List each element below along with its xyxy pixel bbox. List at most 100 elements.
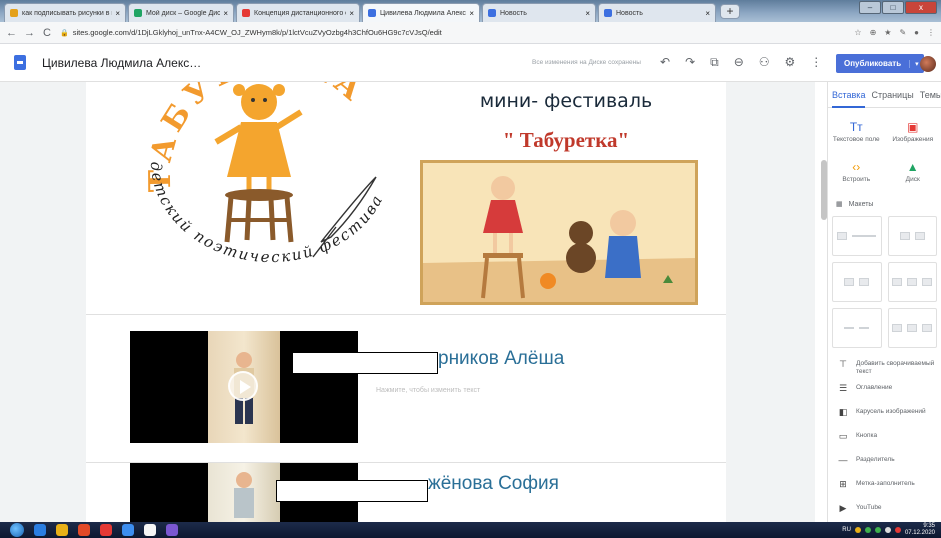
settings-icon[interactable]: ⚙ <box>785 55 796 70</box>
link-icon[interactable]: ⊖ <box>734 55 744 70</box>
browser-tab[interactable]: Мой диск – Google Диск × <box>128 3 234 22</box>
close-tab-icon[interactable]: × <box>349 9 354 18</box>
entry-name[interactable]: рников Алёша <box>438 348 564 370</box>
extension-icon[interactable]: ⊕ <box>870 28 877 37</box>
entry-hint[interactable]: Нажмите, чтобы изменить текст <box>376 387 480 394</box>
minimize-button[interactable]: – <box>859 1 881 14</box>
maximize-button[interactable]: □ <box>882 1 904 14</box>
new-tab-button[interactable]: + <box>720 4 740 19</box>
insert-drive[interactable]: ▲ Диск <box>885 154 941 194</box>
close-window-button[interactable]: x <box>905 1 937 14</box>
insert-text-box[interactable]: Tт Текстовое поле <box>828 114 885 154</box>
profile-icon[interactable]: ● <box>914 28 919 37</box>
browser-tab[interactable]: как подписывать рисунки в вор× <box>4 3 126 22</box>
festival-logo-image[interactable]: ТАБУРЕТКА детский поэтический фестиваль <box>125 82 406 308</box>
reload-icon[interactable]: C <box>42 27 52 39</box>
url-field[interactable]: 🔒 sites.google.com/d/1DjLGklyhoj_unTnx-A… <box>60 28 846 37</box>
clock[interactable]: 9:35 07.12.2020 <box>905 523 935 537</box>
play-icon[interactable] <box>228 371 258 401</box>
language-indicator[interactable]: RU <box>842 527 851 533</box>
close-tab-icon[interactable]: × <box>469 9 474 18</box>
back-icon[interactable]: ← <box>6 27 17 39</box>
avatar[interactable] <box>920 56 936 72</box>
browser-tab[interactable]: Концепция дистанционного об × <box>236 3 360 22</box>
component-collapsible-text[interactable]: ⊤ Добавить сворачиваемый текст <box>828 356 941 380</box>
close-tab-icon[interactable]: × <box>115 9 120 18</box>
clock-time: 9:35 <box>923 523 935 529</box>
component-image-carousel[interactable]: ◧ Карусель изображений <box>828 404 941 428</box>
layout-option[interactable] <box>832 262 882 302</box>
network-icon[interactable] <box>894 527 901 533</box>
share-icon[interactable]: ⚇ <box>759 55 770 70</box>
editor-tools: ↶ ↷ ⧉ ⊖ ⚇ ⚙ ⋮ <box>660 55 822 70</box>
close-tab-icon[interactable]: × <box>705 9 710 18</box>
video-embed[interactable] <box>130 331 358 443</box>
publish-button[interactable]: Опубликовать ▾ <box>836 54 924 73</box>
close-tab-icon[interactable]: × <box>223 9 228 18</box>
component-table-of-contents[interactable]: ☰ Оглавление <box>828 380 941 404</box>
tab-title: Новость <box>500 9 527 17</box>
taskbar-app-icon[interactable] <box>144 524 156 536</box>
divider-icon: — <box>838 455 848 465</box>
start-button[interactable] <box>10 523 24 537</box>
entry-name[interactable]: жёнова София <box>428 473 559 495</box>
panel-tabs: Вставка Страницы Темы <box>828 82 941 108</box>
tab-favicon <box>10 9 18 17</box>
component-youtube[interactable]: ▶ YouTube <box>828 500 941 522</box>
festival-title[interactable]: мини- фестиваль <box>421 90 711 112</box>
preview-icon[interactable]: ⧉ <box>710 55 719 70</box>
component-label: Разделитель <box>856 456 895 463</box>
close-tab-icon[interactable]: × <box>585 9 590 18</box>
festival-illustration[interactable] <box>420 160 698 305</box>
layout-option[interactable] <box>832 216 882 256</box>
taskbar-app-icon[interactable] <box>122 524 134 536</box>
layout-option[interactable] <box>887 216 937 256</box>
insert-panel: Вставка Страницы Темы Tт Текстовое поле … <box>827 82 941 522</box>
undo-icon[interactable]: ↶ <box>660 55 670 70</box>
tab-pages[interactable]: Страницы <box>871 90 913 107</box>
site-title[interactable]: Цивилева Людмила Алекс… <box>42 56 201 70</box>
tab-insert[interactable]: Вставка <box>832 90 866 108</box>
forward-icon[interactable]: → <box>24 27 35 39</box>
taskbar-app-icon[interactable] <box>56 524 68 536</box>
tab-themes[interactable]: Темы <box>920 90 941 107</box>
tray-icon[interactable] <box>874 527 881 533</box>
component-button[interactable]: ▭ Кнопка <box>828 428 941 452</box>
tab-title: Новость <box>616 9 643 17</box>
browser-tab[interactable]: Новость × <box>598 3 716 22</box>
component-divider[interactable]: — Разделитель <box>828 452 941 476</box>
address-bar: ← → C 🔒 sites.google.com/d/1DjLGklyhoj_u… <box>0 22 941 44</box>
extension-icon[interactable]: ★ <box>884 28 891 37</box>
tab-title: как подписывать рисунки в вор <box>22 9 112 17</box>
more-icon[interactable]: ⋮ <box>810 55 822 70</box>
layout-option[interactable] <box>832 308 882 348</box>
insert-images[interactable]: ▣ Изображения <box>885 114 941 154</box>
extension-icon[interactable]: ✎ <box>899 28 906 37</box>
header-section[interactable]: ТАБУРЕТКА детский поэтический фестиваль <box>86 82 726 314</box>
taskbar-app-icon[interactable] <box>100 524 112 536</box>
browser-tab[interactable]: Цивилева Людмила Александ× <box>362 3 480 22</box>
layout-option[interactable] <box>887 308 937 348</box>
browser-menu-icon[interactable]: ⋮ <box>927 28 935 37</box>
insert-embed[interactable]: ‹› Встроить <box>828 154 885 194</box>
tray-icon[interactable] <box>854 527 861 533</box>
festival-name[interactable]: " Табуретка" <box>421 128 711 153</box>
taskbar-app-icon[interactable] <box>166 524 178 536</box>
layouts-header[interactable]: ▦ Макеты <box>828 194 941 214</box>
editing-canvas: ТАБУРЕТКА детский поэтический фестиваль <box>0 82 815 522</box>
google-sites-icon[interactable] <box>14 55 26 70</box>
browser-tab[interactable]: Новость × <box>482 3 596 22</box>
redo-icon[interactable]: ↷ <box>685 55 695 70</box>
entry-section[interactable]: жёнова София <box>86 462 726 522</box>
bookmark-star-icon[interactable]: ☆ <box>854 28 861 37</box>
insert-items: Tт Текстовое поле ▣ Изображения ‹› Встро… <box>828 108 941 194</box>
layout-option[interactable] <box>887 262 937 302</box>
component-label: Кнопка <box>856 432 878 439</box>
component-placeholder[interactable]: ⊞ Метка-заполнитель <box>828 476 941 500</box>
volume-icon[interactable] <box>884 527 891 533</box>
tray-icon[interactable] <box>864 527 871 533</box>
taskbar-app-icon[interactable] <box>78 524 90 536</box>
browser-tab-strip: как подписывать рисунки в вор×Мой диск –… <box>0 0 941 22</box>
entry-section[interactable]: рников Алёша Нажмите, чтобы изменить тек… <box>86 314 726 462</box>
taskbar-app-icon[interactable] <box>34 524 46 536</box>
